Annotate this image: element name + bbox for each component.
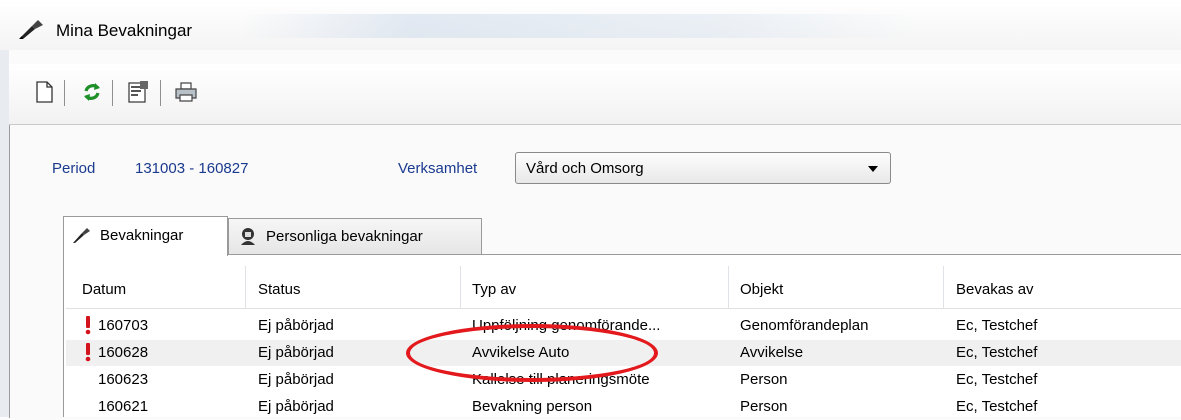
column-separator[interactable] (245, 266, 246, 308)
verksamhet-selected-value: Vård och Omsorg (526, 160, 644, 177)
cell-typ: Bevakning person (472, 398, 593, 415)
cell-typ: Avvikelse Auto (472, 344, 570, 361)
table-row[interactable]: 160621 Ej påbörjad Bevakning person Pers… (66, 394, 1181, 420)
cell-datum: 160621 (98, 398, 149, 415)
cell-typ: Kallelse till planeringsmöte (472, 371, 650, 388)
table-row[interactable]: 160628 Ej påbörjad Avvikelse Auto Avvike… (66, 340, 1181, 366)
print-icon[interactable] (174, 80, 198, 104)
cell-objekt: Person (740, 398, 788, 415)
verksamhet-label: Verksamhet (398, 160, 478, 177)
cell-datum: 160703 (98, 317, 149, 334)
cell-status: Ej påbörjad (258, 317, 334, 334)
pen-icon (19, 20, 43, 39)
properties-icon[interactable] (126, 80, 150, 104)
period-label: Period (52, 160, 96, 177)
cell-bevakas: Ec, Testchef (956, 371, 1038, 388)
tab-label: Personliga bevakningar (266, 228, 423, 245)
background-edge (0, 50, 9, 417)
table-row[interactable]: 160623 Ej påbörjad Kallelse till planeri… (66, 367, 1181, 393)
cell-datum: 160623 (98, 371, 149, 388)
cell-status: Ej påbörjad (258, 398, 334, 415)
chevron-down-icon[interactable] (868, 166, 878, 172)
column-separator[interactable] (728, 266, 729, 308)
toolbar-separator (112, 80, 113, 106)
period-value: 131003 - 160827 (135, 160, 249, 177)
person-icon (241, 228, 255, 245)
blurred-background-strip (240, 14, 920, 38)
cell-objekt: Genomförandeplan (740, 317, 869, 334)
new-document-icon[interactable] (32, 80, 56, 104)
cell-typ: Uppföljning genomförande... (472, 317, 661, 334)
cell-datum: 160628 (98, 344, 149, 361)
cell-status: Ej påbörjad (258, 371, 334, 388)
column-separator[interactable] (460, 266, 461, 308)
cell-bevakas: Ec, Testchef (956, 344, 1038, 361)
cell-objekt: Person (740, 371, 788, 388)
cell-bevakas: Ec, Testchef (956, 398, 1038, 415)
cell-bevakas: Ec, Testchef (956, 317, 1038, 334)
tab-bevakningar[interactable]: Bevakningar (63, 216, 228, 256)
exclamation-icon (85, 316, 91, 335)
tab-personliga-bevakningar[interactable]: Personliga bevakningar (228, 218, 482, 254)
pen-icon (73, 228, 90, 243)
column-header-bevakas[interactable]: Bevakas av (956, 281, 1034, 298)
tab-label: Bevakningar (100, 227, 184, 244)
table-row[interactable]: 160703 Ej påbörjad Uppföljning genomföra… (66, 313, 1181, 339)
cell-objekt: Avvikelse (740, 344, 804, 361)
column-header-datum[interactable]: Datum (82, 281, 126, 298)
toolbar-separator (160, 80, 161, 106)
toolbar-separator (64, 80, 65, 106)
column-header-objekt[interactable]: Objekt (740, 281, 783, 298)
exclamation-icon (85, 343, 91, 362)
column-separator[interactable] (943, 266, 944, 308)
window-title: Mina Bevakningar (56, 21, 193, 40)
column-header-typ[interactable]: Typ av (472, 281, 516, 298)
verksamhet-select[interactable]: Vård och Omsorg (515, 152, 891, 184)
column-header-status[interactable]: Status (258, 281, 301, 298)
cell-status: Ej påbörjad (258, 344, 334, 361)
refresh-icon[interactable] (80, 80, 104, 104)
